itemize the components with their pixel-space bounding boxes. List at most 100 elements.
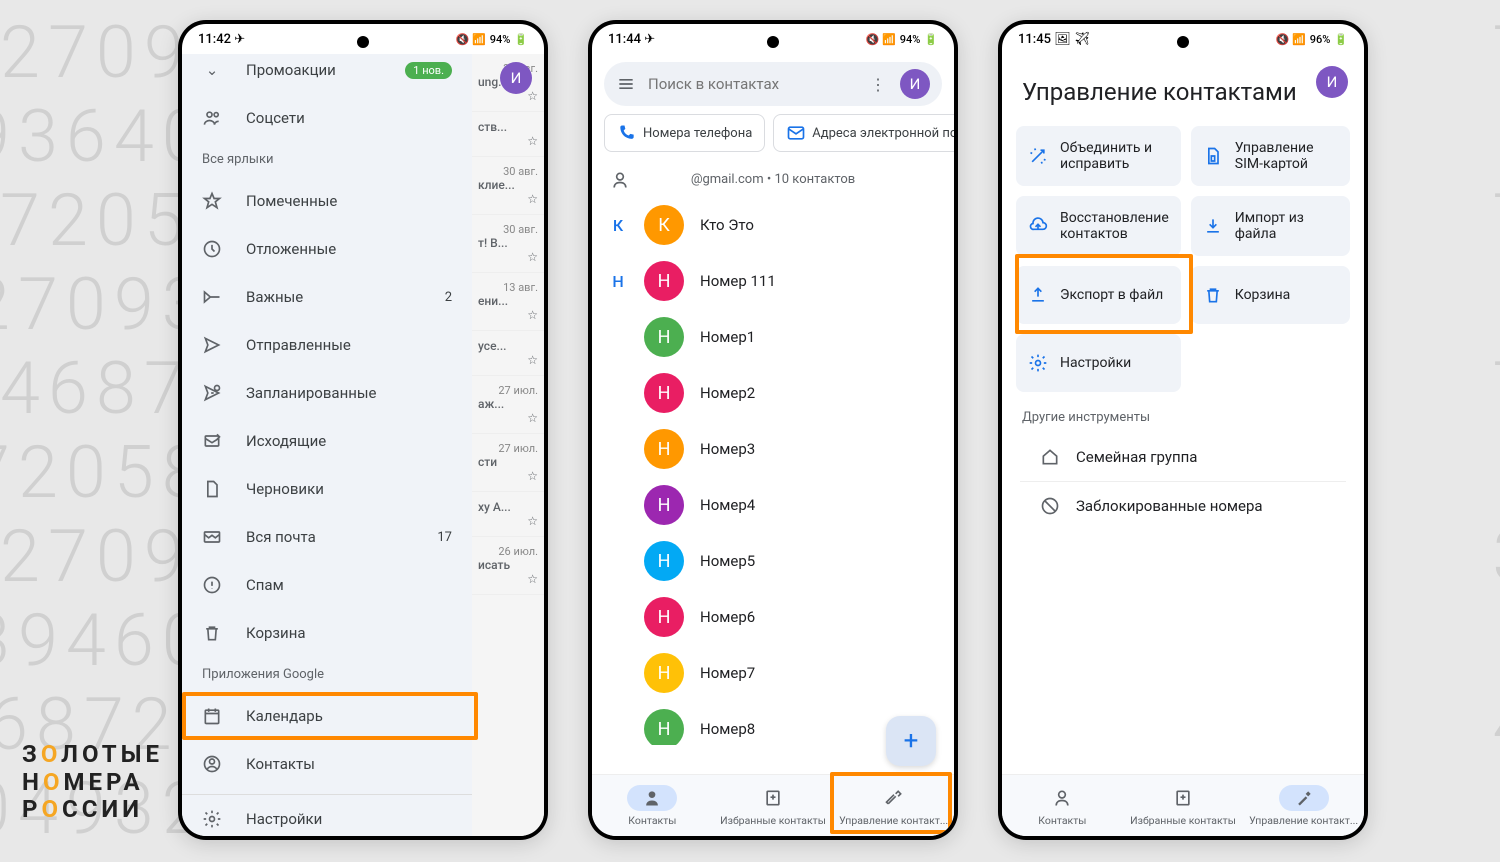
- drawer-item[interactable]: Вся почта17: [182, 513, 472, 561]
- nav-contacts[interactable]: Контакты: [592, 775, 713, 836]
- status-icons: 🔇 📶 94%🔋: [866, 33, 938, 46]
- contact-row[interactable]: ННомер1: [592, 309, 954, 365]
- contact-row[interactable]: КККто Это: [592, 197, 954, 253]
- phone-icon: [617, 123, 637, 143]
- nav-manage[interactable]: Управление контакт...: [1243, 775, 1364, 836]
- search-bar[interactable]: ⋮ И: [604, 62, 942, 106]
- contact-row[interactable]: ННомер3: [592, 421, 954, 477]
- nav-manage[interactable]: Управление контакт...: [833, 775, 954, 836]
- bg-decor: 394607: [1492, 514, 1500, 599]
- drawer-promo[interactable]: ⌄ Промоакции 1 нов.: [182, 54, 472, 94]
- drawer-social[interactable]: Соцсети: [182, 94, 472, 142]
- tile-trash[interactable]: Корзина: [1191, 266, 1350, 324]
- drawer-item[interactable]: Важные2: [182, 273, 472, 321]
- bottom-nav: Контакты Избранные контакты Управление к…: [1002, 774, 1364, 836]
- drawer-settings[interactable]: Настройки: [182, 795, 472, 836]
- inbox-peek: усе...☆: [472, 331, 544, 376]
- row-family[interactable]: Семейная группа: [1020, 433, 1346, 482]
- contact-name: Номер5: [700, 552, 755, 570]
- contact-avatar: Н: [644, 653, 684, 693]
- upload-icon: [1028, 285, 1048, 305]
- inbox-peek: 30 авг.клие...☆: [472, 157, 544, 215]
- nav-contacts[interactable]: Контакты: [1002, 775, 1123, 836]
- drawer-item[interactable]: Отправленные: [182, 321, 472, 369]
- item-icon: [202, 623, 222, 643]
- section-labels: Все ярлыки: [182, 142, 472, 177]
- gear-icon: [202, 809, 222, 829]
- drawer-calendar[interactable]: Календарь: [182, 692, 472, 740]
- chip-email[interactable]: Адреса электронной по: [773, 114, 954, 152]
- drawer-contacts[interactable]: Контакты: [182, 740, 472, 788]
- inbox-peek: 26 июл.исать☆: [472, 537, 544, 595]
- badge: 1 нов.: [405, 62, 452, 79]
- label: Настройки: [246, 810, 322, 828]
- contact-name: Номер2: [700, 384, 755, 402]
- row-blocked[interactable]: Заблокированные номера: [1020, 482, 1346, 530]
- account-avatar[interactable]: И: [500, 62, 532, 94]
- contact-icon: [202, 754, 222, 774]
- search-input[interactable]: [648, 75, 856, 93]
- people-icon: [202, 108, 222, 128]
- contact-name: Номер4: [700, 496, 755, 514]
- item-icon: [202, 479, 222, 499]
- drawer-item[interactable]: Отложенные: [182, 225, 472, 273]
- download-icon: [1203, 216, 1223, 236]
- contact-avatar: Н: [644, 485, 684, 525]
- contact-row[interactable]: Н Номер4: [592, 477, 954, 533]
- drawer-item[interactable]: Спам: [182, 561, 472, 609]
- bg-decor: 720587: [1492, 10, 1500, 95]
- contact-row[interactable]: ННомер7: [592, 645, 954, 701]
- trash-icon: [1203, 285, 1223, 305]
- contact-name: Номер1: [700, 328, 755, 346]
- drawer-item[interactable]: Запланированные: [182, 369, 472, 417]
- contact-row[interactable]: ННомер5: [592, 533, 954, 589]
- menu-icon[interactable]: [616, 74, 636, 94]
- item-icon: [202, 431, 222, 451]
- tile-merge[interactable]: Объединить и исправить: [1016, 126, 1181, 186]
- contact-avatar: К: [644, 205, 684, 245]
- contact-avatar: Н: [644, 261, 684, 301]
- contact-name: Номер 111: [700, 272, 776, 290]
- drawer-item[interactable]: Помеченные: [182, 177, 472, 225]
- item-icon: [202, 287, 222, 307]
- tile-restore[interactable]: Восстановление контактов: [1016, 196, 1181, 256]
- tile-settings[interactable]: Настройки: [1016, 334, 1181, 392]
- inbox-peek: 30 авг.т! В...☆: [472, 215, 544, 273]
- tile-sim[interactable]: Управление SIM-картой: [1191, 126, 1350, 186]
- drawer-item[interactable]: Черновики: [182, 465, 472, 513]
- gear-icon: [1028, 353, 1048, 373]
- contact-avatar: Н: [644, 373, 684, 413]
- inbox-backdrop: 30 авг.ung...☆ств...☆30 авг.клие...☆30 а…: [472, 54, 544, 836]
- contact-row[interactable]: НННомер 111: [592, 253, 954, 309]
- inbox-peek: ств...☆: [472, 112, 544, 157]
- calendar-icon: [202, 706, 222, 726]
- add-contact-fab[interactable]: +: [886, 716, 936, 766]
- account-avatar[interactable]: И: [900, 69, 930, 99]
- section-other-tools: Другие инструменты: [1002, 392, 1364, 433]
- status-time: 11:45 🖼 ✈: [1018, 32, 1090, 47]
- inbox-peek: 27 июл.аж...☆: [472, 376, 544, 434]
- more-icon[interactable]: ⋮: [868, 74, 888, 94]
- contact-avatar: Н: [644, 709, 684, 745]
- camera-notch: [357, 36, 369, 48]
- phone-contacts-list: 11:44 ✈ 🔇 📶 94%🔋 ⋮ И Номера телефона Адр…: [588, 20, 958, 840]
- contact-avatar: Н: [644, 429, 684, 469]
- status-icons: 🔇 📶 94%🔋: [456, 33, 528, 46]
- drawer-item[interactable]: Исходящие: [182, 417, 472, 465]
- contact-row[interactable]: ННомер6: [592, 589, 954, 645]
- logo: ЗОЛОТЫЕ НОМЕРА РОССИИ: [22, 741, 163, 824]
- tile-export[interactable]: Экспорт в файл: [1016, 266, 1181, 324]
- status-time: 11:44 ✈: [608, 32, 655, 47]
- nav-favorites[interactable]: Избранные контакты: [1123, 775, 1244, 836]
- item-icon: [202, 239, 222, 259]
- tile-import[interactable]: Импорт из файла: [1191, 196, 1350, 256]
- account-avatar[interactable]: И: [1316, 66, 1348, 98]
- nav-favorites[interactable]: Избранные контакты: [713, 775, 834, 836]
- chip-phone[interactable]: Номера телефона: [604, 114, 765, 152]
- filter-chips: Номера телефона Адреса электронной по: [592, 114, 954, 162]
- contact-name: Кто Это: [700, 216, 754, 234]
- account-info[interactable]: @gmail.com • 10 контактов: [592, 162, 954, 197]
- contact-name: Номер8: [700, 720, 755, 738]
- contact-row[interactable]: Н Номер2: [592, 365, 954, 421]
- drawer-item[interactable]: Корзина: [182, 609, 472, 657]
